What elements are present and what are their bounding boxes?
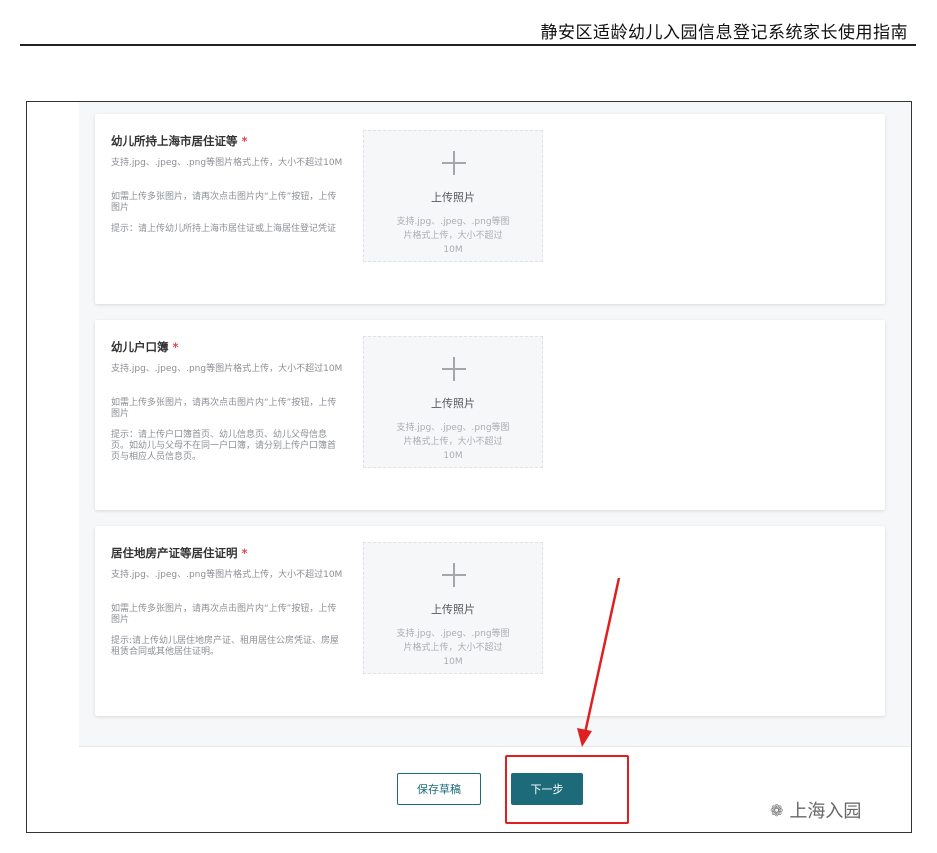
upload-label: 上传照片 [431,191,475,204]
plus-icon [442,151,466,175]
photo-upload-area[interactable]: 上传照片 支持.jpg、.jpeg、.png等图片格式上传，大小不超过10M [363,542,543,674]
document-header: 静安区适龄幼儿入园信息登记系统家长使用指南 [20,14,916,46]
save-draft-button[interactable]: 保存草稿 [397,773,481,805]
document-title: 静安区适龄幼儿入园信息登记系统家长使用指南 [540,23,908,43]
required-mark: * [241,546,248,560]
plus-icon [442,563,466,587]
upload-hint: 支持.jpg、.jpeg、.png等图片格式上传，大小不超过10M [396,423,510,461]
card-title: 幼儿所持上海市居住证等 * [111,134,248,148]
screenshot-frame: 幼儿所持上海市居住证等 * 支持.jpg、.jpeg、.png等图片格式上传，大小… [26,101,912,833]
wechat-icon: ❁ [770,800,784,820]
card-title: 幼儿户口簿 * [111,340,179,354]
card-title: 居住地房产证等居住证明 * [111,546,248,560]
hint-note: 提示：请上传幼儿所持上海市居住证或上海居住登记凭证 [111,224,337,234]
upload-hint: 支持.jpg、.jpeg、.png等图片格式上传，大小不超过10M [396,217,510,255]
upload-label: 上传照片 [431,603,475,616]
upload-card-household-register: 幼儿户口簿 * 支持.jpg、.jpeg、.png等图片格式上传，大小不超过10M… [95,320,885,510]
photo-upload-area[interactable]: 上传照片 支持.jpg、.jpeg、.png等图片格式上传，大小不超过10M [363,336,543,468]
format-note: 支持.jpg、.jpeg、.png等图片格式上传，大小不超过10M [111,570,343,580]
required-mark: * [172,340,179,354]
format-note: 支持.jpg、.jpeg、.png等图片格式上传，大小不超过10M [111,364,343,374]
photo-upload-area[interactable]: 上传照片 支持.jpg、.jpeg、.png等图片格式上传，大小不超过10M [363,130,543,262]
multi-upload-note: 如需上传多张图片，请再次点击图片内“上传”按钮，上传图片 [111,398,337,419]
watermark: ❁ 上海入园 [770,797,861,823]
upload-card-residence-permit: 幼儿所持上海市居住证等 * 支持.jpg、.jpeg、.png等图片格式上传，大小… [95,114,885,304]
plus-icon [442,357,466,381]
hint-note: 提示：请上传户口簿首页、幼儿信息页、幼儿父母信息页。如幼儿与父母不在同一户口簿，… [111,430,337,462]
upload-card-residence-proof: 居住地房产证等居住证明 * 支持.jpg、.jpeg、.png等图片格式上传，大小… [95,526,885,716]
format-note: 支持.jpg、.jpeg、.png等图片格式上传，大小不超过10M [111,158,343,168]
upload-hint: 支持.jpg、.jpeg、.png等图片格式上传，大小不超过10M [396,629,510,667]
multi-upload-note: 如需上传多张图片，请再次点击图片内“上传”按钮，上传图片 [111,192,337,213]
upload-label: 上传照片 [431,397,475,410]
hint-note: 提示:请上传幼儿居住地房产证、租用居住公房凭证、房屋租赁合同或其他居住证明。 [111,636,340,657]
multi-upload-note: 如需上传多张图片，请再次点击图片内“上传”按钮，上传图片 [111,604,337,625]
annotation-highlight-box [505,755,629,824]
required-mark: * [241,134,248,148]
watermark-text: 上海入园 [789,801,862,822]
